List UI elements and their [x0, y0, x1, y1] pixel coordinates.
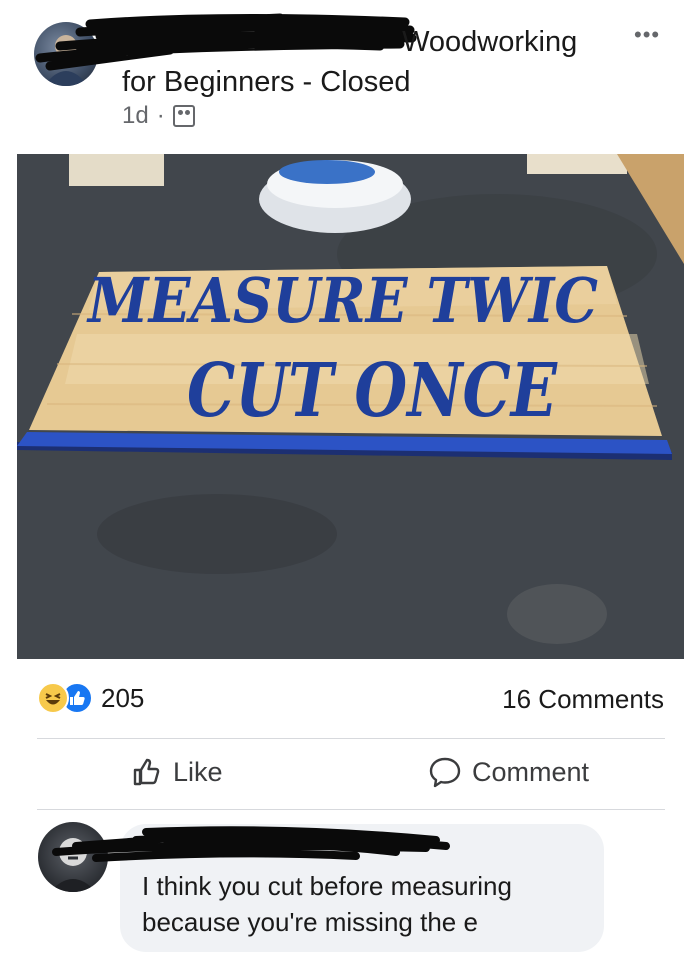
poster-name-redacted[interactable]	[122, 29, 394, 51]
group-name-continued[interactable]: for Beginners - Closed	[122, 66, 411, 98]
like-button[interactable]: Like	[131, 756, 223, 788]
haha-icon	[37, 682, 69, 714]
sign-text-line1: MEASURE TWIC	[86, 264, 598, 337]
comment-text-line1: I think you cut before measuring	[142, 871, 512, 901]
group-name[interactable]: Woodworking	[402, 26, 577, 58]
reactions-summary[interactable]: 205	[37, 682, 144, 714]
post-time[interactable]: 1d	[122, 102, 149, 130]
like-label: Like	[173, 756, 223, 787]
post-photo[interactable]: MEASURE TWIC CUT ONCE	[17, 154, 684, 659]
meta-separator: ·	[156, 102, 165, 129]
speech-bubble-icon	[429, 757, 461, 788]
sign-text-line2: CUT ONCE	[187, 348, 558, 434]
thumbs-up-icon	[133, 758, 160, 786]
comment-button[interactable]: Comment	[428, 756, 589, 788]
reaction-count: 205	[101, 682, 145, 713]
post-title: Woodworking for Beginners - Closed	[122, 22, 622, 102]
comments-count-link[interactable]: 16 Comments	[502, 684, 664, 715]
comment-redaction-scribble	[52, 826, 450, 862]
comment-text-line2: because you're missing the e	[142, 907, 478, 937]
post-meta: 1d ·	[122, 102, 195, 130]
comment-text: I think you cut before measuring because…	[142, 868, 592, 940]
divider-bottom	[37, 809, 665, 810]
comment-label: Comment	[472, 756, 590, 787]
divider-top	[37, 738, 665, 739]
post-header: Woodworking for Beginners - Closed 1d · …	[0, 0, 700, 150]
more-options-button[interactable]: •••	[634, 22, 660, 48]
group-privacy-icon	[172, 105, 195, 127]
